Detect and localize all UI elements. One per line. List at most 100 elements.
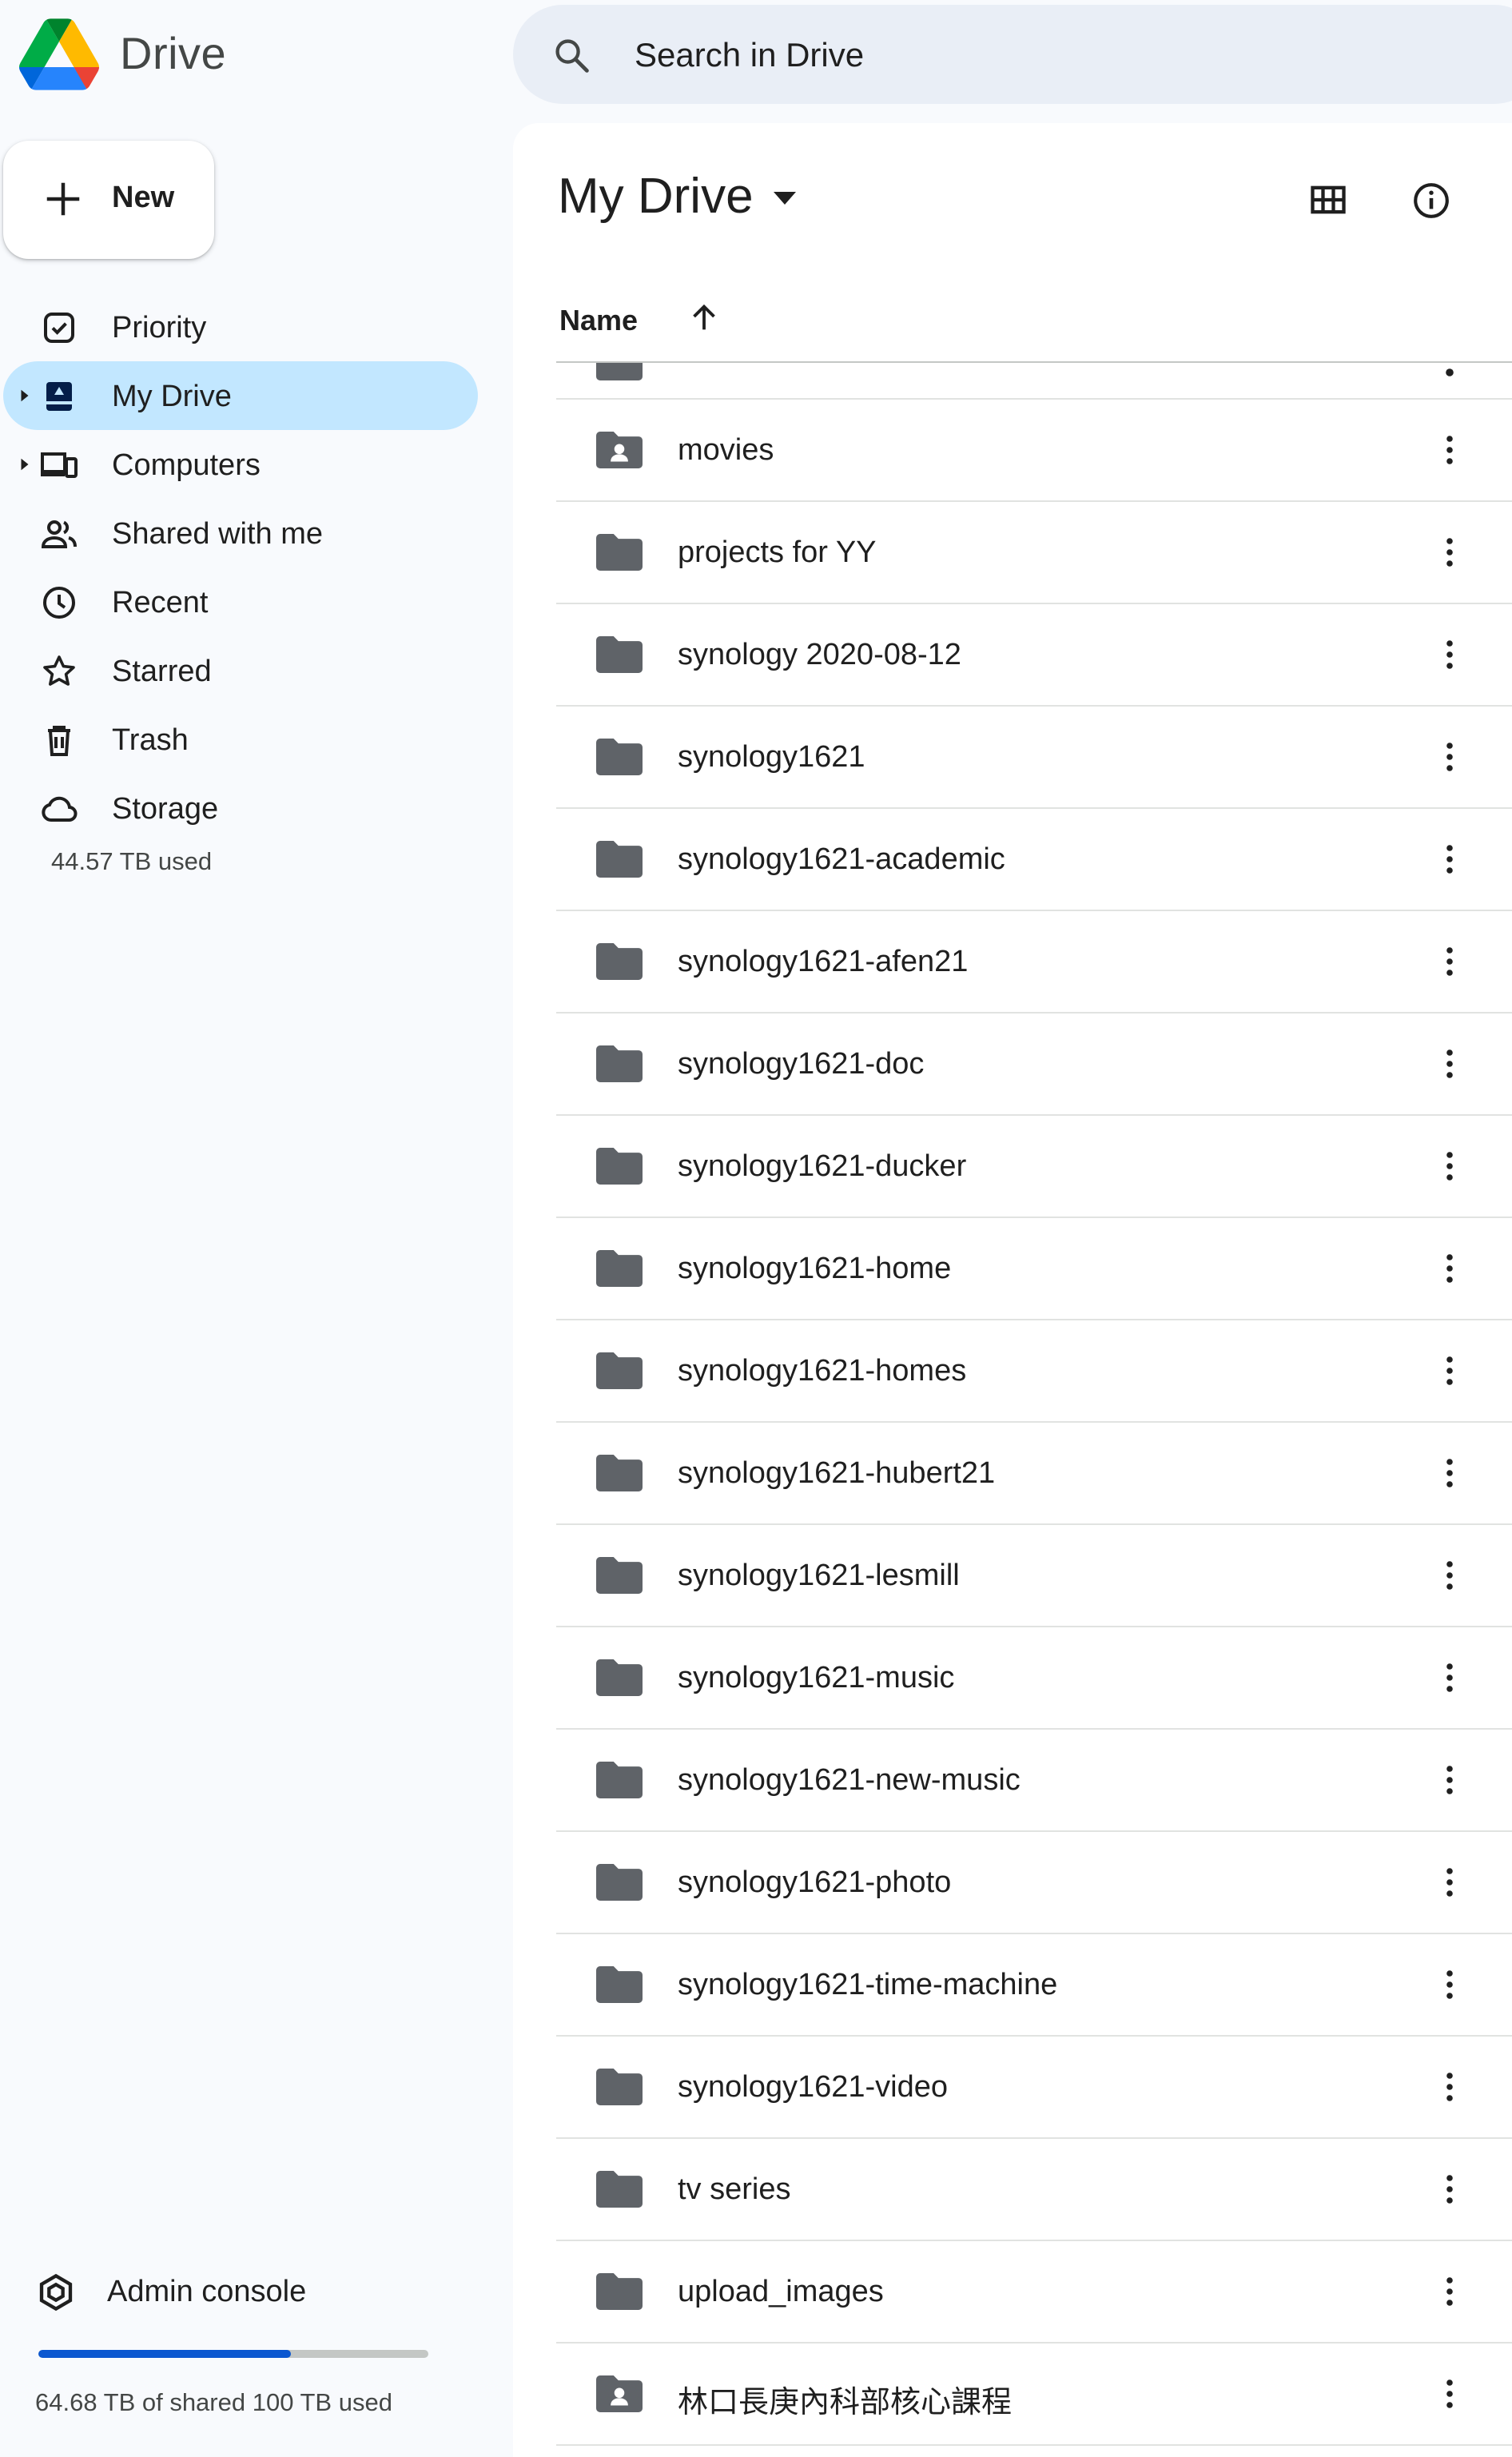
folder-icon [596,1352,643,1389]
file-name: synology1621-ducker [678,1149,967,1183]
more-options-icon[interactable] [1430,532,1469,572]
file-row[interactable]: synology1621-homes [556,1320,1512,1423]
file-name: synology1621-lesmill [678,1559,960,1592]
sidebar-item-computers[interactable]: Computers [0,430,479,499]
sidebar-item-priority[interactable]: Priority [0,293,479,361]
file-row[interactable]: synology1621-lesmill [556,1525,1512,1627]
search-bar[interactable] [513,5,1512,104]
sidebar-item-storage[interactable]: Storage [0,774,479,842]
more-options-icon[interactable] [1430,942,1469,982]
file-row[interactable]: synology1621-academic [556,809,1512,911]
shared-folder-icon [596,2375,643,2412]
more-options-icon[interactable] [1430,2374,1469,2414]
folder-icon [596,943,643,980]
more-options-icon[interactable] [1430,1146,1469,1186]
file-row[interactable]: synology1621-hubert21 [556,1423,1512,1525]
file-row[interactable]: synology1621-photo [556,1832,1512,1934]
expand-caret-icon[interactable] [19,388,30,403]
file-row[interactable]: synology1621-new-music [556,1730,1512,1832]
app-title: Drive [120,28,227,78]
sidebar-item-starred[interactable]: Starred [0,636,479,705]
info-icon[interactable] [1411,181,1451,221]
storage-used-text: 44.57 TB used [51,847,213,875]
storage-quota-text: 64.68 TB of shared 100 TB used [35,2388,392,2416]
more-options-icon[interactable] [1430,1555,1469,1595]
more-options-icon[interactable] [1430,2272,1469,2312]
more-options-icon[interactable] [1430,839,1469,879]
admin-console-link[interactable]: Admin console [0,2259,479,2323]
file-row[interactable]: synology1621-doc [556,1013,1512,1116]
star-icon [40,652,78,691]
list-item[interactable] [556,363,1512,400]
file-row[interactable]: synology1621-ducker [556,1116,1512,1218]
storage-quota-fill [38,2350,291,2358]
file-name: synology1621-photo [678,1866,952,1899]
column-header-name[interactable]: Name [559,304,638,337]
file-name: synology1621 [678,740,865,774]
new-button[interactable]: New [3,141,214,259]
sidebar-item-label: Recent [112,586,209,619]
file-name: tv series [678,2172,791,2206]
more-options-icon[interactable] [1430,2169,1469,2209]
file-name: synology1621-homes [678,1354,967,1388]
search-input[interactable] [633,30,1435,80]
sidebar-item-trash[interactable]: Trash [0,705,479,774]
file-name: synology1621-hubert21 [678,1456,996,1490]
more-options-icon[interactable] [1430,1044,1469,1084]
more-options-icon[interactable] [1430,1453,1469,1493]
grid-view-icon[interactable] [1307,179,1349,221]
sidebar-item-recent[interactable]: Recent [0,567,479,636]
file-row[interactable]: projects for YY [556,502,1512,604]
folder-icon [596,636,643,673]
more-options-icon[interactable] [1430,1965,1469,2005]
more-options-icon[interactable] [1430,430,1469,470]
cloud-icon [40,790,78,828]
page-title[interactable]: My Drive [558,168,754,225]
file-row[interactable]: 林口長庚內科部核心課程 [556,2344,1512,2446]
computers-icon [40,446,78,484]
file-row[interactable]: movies [556,400,1512,502]
file-name: synology1621-time-machine [678,1968,1058,2001]
file-row[interactable]: synology1621-music [556,1627,1512,1730]
folder-icon [596,1045,643,1082]
sidebar-item-my-drive[interactable]: My Drive [0,361,479,430]
folder-icon [596,841,643,878]
folder-icon [596,1762,643,1798]
more-options-icon[interactable] [1445,363,1454,377]
sort-ascending-icon[interactable] [686,299,722,336]
folder-icon [596,1864,643,1901]
more-options-icon[interactable] [1430,635,1469,675]
file-row[interactable]: tv series [556,2139,1512,2241]
file-row[interactable]: synology1621-time-machine [556,1934,1512,2037]
file-name: synology1621-doc [678,1047,925,1081]
shared-icon [40,515,78,553]
file-name: movies [678,433,774,467]
sidebar-item-label: Priority [112,311,207,344]
expand-caret-icon[interactable] [19,457,30,472]
more-options-icon[interactable] [1430,1351,1469,1391]
dropdown-arrow-icon[interactable] [774,192,796,205]
search-icon[interactable] [551,35,593,77]
sidebar-item-shared-with-me[interactable]: Shared with me [0,499,479,567]
sidebar-item-label: Shared with me [112,517,324,551]
file-row[interactable]: synology1621-video [556,2037,1512,2139]
file-name: synology1621-home [678,1252,952,1285]
file-name: synology1621-new-music [678,1763,1021,1797]
more-options-icon[interactable] [1430,1658,1469,1698]
more-options-icon[interactable] [1430,1248,1469,1288]
drive-logo[interactable] [19,18,99,91]
file-row[interactable]: synology1621-home [556,1218,1512,1320]
folder-icon [596,534,643,571]
file-row[interactable]: synology 2020-08-12 [556,604,1512,707]
file-row[interactable]: synology1621 [556,707,1512,809]
sidebar-item-label: Storage [112,792,219,826]
more-options-icon[interactable] [1430,2067,1469,2107]
folder-icon [596,1148,643,1185]
file-row[interactable]: upload_images [556,2241,1512,2344]
more-options-icon[interactable] [1430,737,1469,777]
sidebar-nav: Priority My Drive Computers Shared with … [0,293,479,842]
more-options-icon[interactable] [1430,1760,1469,1800]
more-options-icon[interactable] [1430,1862,1469,1902]
folder-icon [596,2171,643,2208]
file-row[interactable]: synology1621-afen21 [556,911,1512,1013]
